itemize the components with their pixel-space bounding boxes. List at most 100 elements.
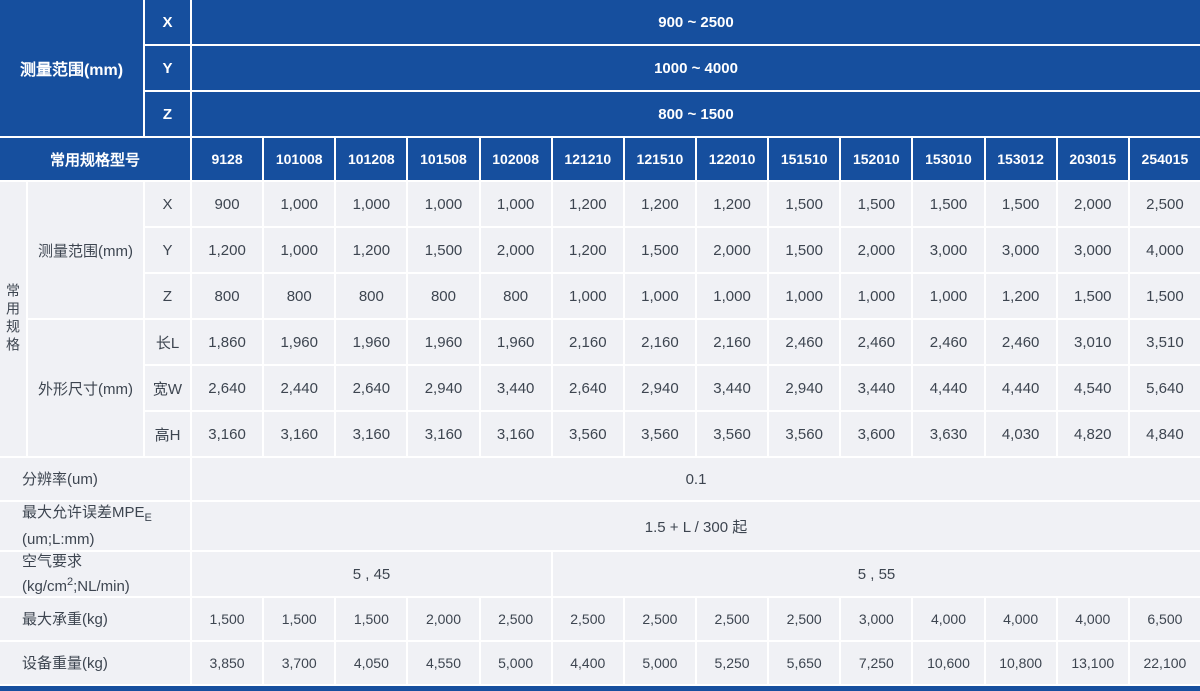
spec-value-cell: 2,000	[1058, 182, 1128, 226]
model-cell: 102008	[481, 138, 551, 180]
model-cell: 101508	[408, 138, 478, 180]
spec-value-cell: 2,160	[625, 320, 695, 364]
air-value-left: 5 , 45	[192, 552, 551, 596]
model-cell: 203015	[1058, 138, 1128, 180]
spec-value-cell: 2,940	[625, 366, 695, 410]
sublabel-z: Z	[145, 274, 190, 318]
spec-value-cell: 1,960	[408, 320, 478, 364]
model-cell: 151510	[769, 138, 839, 180]
mpe-label-main: 最大允许误差MPE	[22, 504, 145, 521]
spec-value-cell: 1,500	[625, 228, 695, 272]
axis-range-y: 1000 ~ 4000	[192, 46, 1200, 90]
spec-value-cell: 3,560	[769, 412, 839, 456]
model-cell: 153010	[913, 138, 983, 180]
spec-value-cell: 2,000	[697, 228, 767, 272]
max-load-value-cell: 1,500	[336, 598, 406, 640]
air-label: 空气要求 (kg/cm2;NL/min)	[0, 552, 190, 596]
spec-value-cell: 3,160	[192, 412, 262, 456]
spec-value-cell: 2,940	[769, 366, 839, 410]
mpe-label-subscript: E	[145, 512, 152, 524]
measuring-range-title: 测量范围(mm)	[0, 0, 143, 136]
spec-value-cell: 4,440	[986, 366, 1056, 410]
air-label-line2: (kg/cm2;NL/min)	[22, 572, 130, 597]
spec-row-width: 2,6402,4402,6402,9403,4402,6402,9403,440…	[192, 366, 1200, 410]
sublabel-x: X	[145, 182, 190, 226]
spec-row-height: 3,1603,1603,1603,1603,1603,5603,5603,560…	[192, 412, 1200, 456]
spec-value-cell: 1,960	[481, 320, 551, 364]
spec-value-cell: 1,960	[336, 320, 406, 364]
spec-value-cell: 3,160	[264, 412, 334, 456]
spec-value-cell: 1,000	[408, 182, 478, 226]
group-label-dimensions: 外形尺寸(mm)	[28, 320, 143, 456]
mpe-label-line2: (um;L:mm)	[22, 529, 95, 550]
sublabel-length: 长L	[145, 320, 190, 364]
spec-value-cell: 1,000	[264, 228, 334, 272]
sublabel-width: 宽W	[145, 366, 190, 410]
spec-value-cell: 2,000	[841, 228, 911, 272]
device-weight-value-cell: 3,700	[264, 642, 334, 684]
spec-value-cell: 2,160	[553, 320, 623, 364]
spec-group-column: 测量范围(mm) 外形尺寸(mm)	[28, 182, 143, 456]
spec-value-cell: 1,500	[1058, 274, 1128, 318]
spec-value-cell: 1,000	[913, 274, 983, 318]
spec-value-cell: 1,960	[264, 320, 334, 364]
spec-value-cell: 3,160	[481, 412, 551, 456]
spec-value-cell: 3,440	[481, 366, 551, 410]
model-cell: 101008	[264, 138, 334, 180]
measuring-range-section: 测量范围(mm) X Y Z 900 ~ 2500 1000 ~ 4000 80…	[0, 0, 1200, 136]
axis-label-y: Y	[145, 46, 190, 90]
spec-value-cell: 2,440	[264, 366, 334, 410]
air-label-line2-post: ;NL/min)	[73, 578, 130, 595]
max-load-label: 最大承重(kg)	[0, 598, 190, 640]
spec-value-cell: 3,160	[336, 412, 406, 456]
max-load-value-cell: 4,000	[986, 598, 1056, 640]
spec-value-cell: 5,640	[1130, 366, 1200, 410]
spec-value-cell: 1,000	[841, 274, 911, 318]
mpe-label: 最大允许误差MPEE (um;L:mm)	[0, 502, 190, 550]
spec-row-y: 1,2001,0001,2001,5002,0001,2001,5002,000…	[192, 228, 1200, 272]
device-weight-values: 3,8503,7004,0504,5505,0004,4005,0005,250…	[192, 642, 1200, 684]
sublabel-height: 高H	[145, 412, 190, 456]
spec-table: 测量范围(mm) X Y Z 900 ~ 2500 1000 ~ 4000 80…	[0, 0, 1200, 691]
spec-value-cell: 4,440	[913, 366, 983, 410]
air-label-line1: 空气要求	[22, 551, 82, 572]
device-weight-value-cell: 5,650	[769, 642, 839, 684]
max-load-value-cell: 6,500	[1130, 598, 1200, 640]
device-weight-value-cell: 3,850	[192, 642, 262, 684]
spec-row-x: 9001,0001,0001,0001,0001,2001,2001,2001,…	[192, 182, 1200, 226]
device-weight-value-cell: 4,050	[336, 642, 406, 684]
air-requirement-row: 空气要求 (kg/cm2;NL/min) 5 , 45 5 , 55	[0, 552, 1200, 596]
spec-value-cell: 1,500	[986, 182, 1056, 226]
device-weight-label-text: 设备重量(kg)	[22, 653, 108, 674]
spec-value-cell: 1,500	[841, 182, 911, 226]
spec-value-cell: 4,540	[1058, 366, 1128, 410]
resolution-row: 分辨率(um) 0.1	[0, 458, 1200, 500]
axis-label-z: Z	[145, 92, 190, 136]
model-cell: 254015	[1130, 138, 1200, 180]
spec-value-cell: 2,000	[481, 228, 551, 272]
spec-value-cell: 3,440	[841, 366, 911, 410]
spec-value-cell: 2,940	[408, 366, 478, 410]
spec-value-cell: 3,160	[408, 412, 478, 456]
air-value-right: 5 , 55	[553, 552, 1200, 596]
model-cell: 152010	[841, 138, 911, 180]
device-weight-value-cell: 22,100	[1130, 642, 1200, 684]
spec-value-cell: 900	[192, 182, 262, 226]
max-load-values: 1,5001,5001,5002,0002,5002,5002,5002,500…	[192, 598, 1200, 640]
max-load-label-text: 最大承重(kg)	[22, 609, 108, 630]
spec-value-cell: 2,460	[841, 320, 911, 364]
spec-value-cell: 1,000	[481, 182, 551, 226]
device-weight-value-cell: 7,250	[841, 642, 911, 684]
spec-value-cell: 1,500	[769, 182, 839, 226]
spec-value-cell: 1,200	[697, 182, 767, 226]
spec-value-cell: 3,000	[986, 228, 1056, 272]
spec-value-cell: 2,640	[192, 366, 262, 410]
model-cell: 153012	[986, 138, 1056, 180]
device-weight-value-cell: 10,800	[986, 642, 1056, 684]
max-load-value-cell: 4,000	[1058, 598, 1128, 640]
spec-value-cell: 1,500	[913, 182, 983, 226]
device-weight-value-cell: 10,600	[913, 642, 983, 684]
axis-label-x: X	[145, 0, 190, 44]
spec-value-cell: 2,640	[553, 366, 623, 410]
axis-label-column: X Y Z	[145, 0, 190, 136]
